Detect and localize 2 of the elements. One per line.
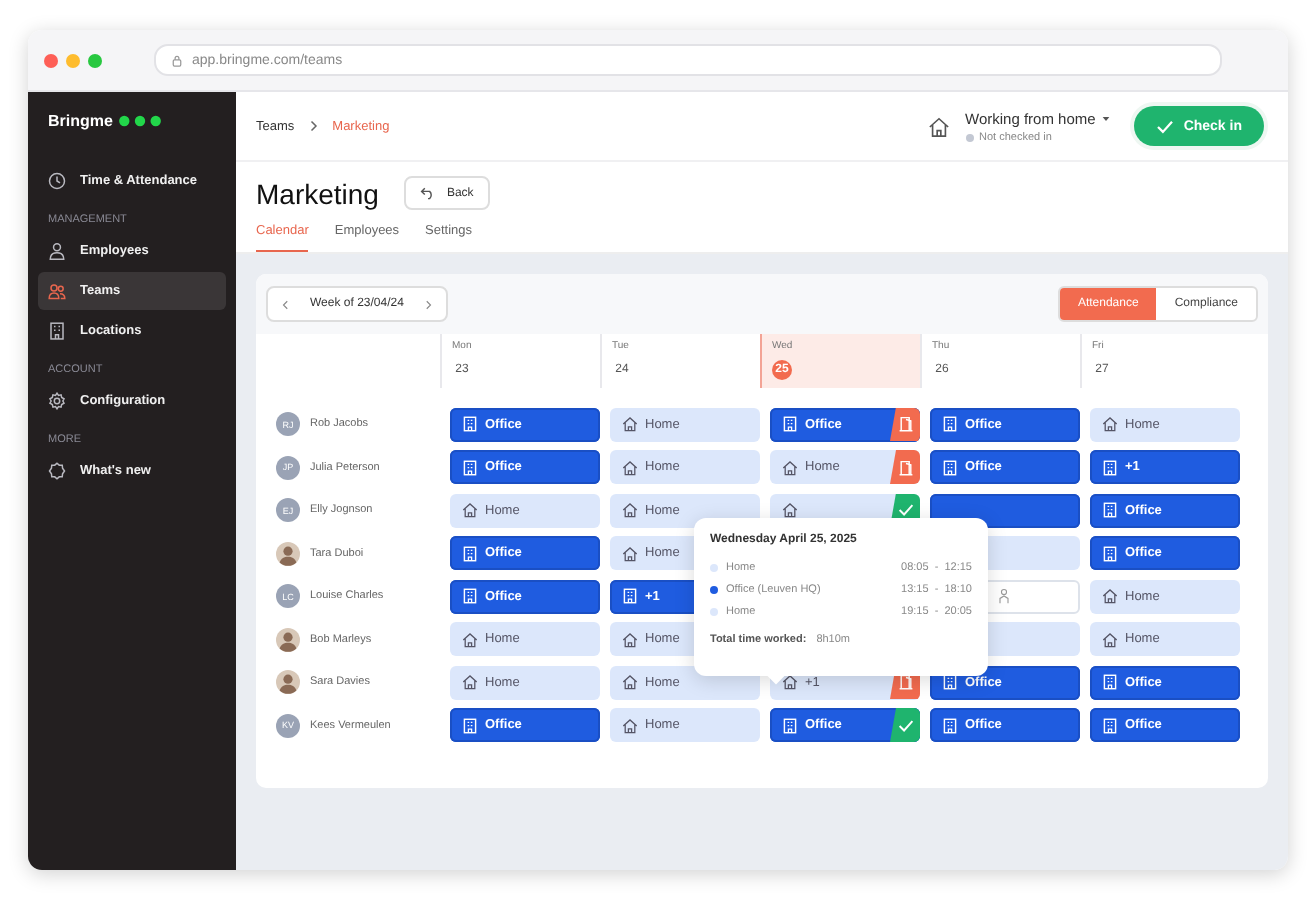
page-title: Marketing bbox=[256, 177, 379, 209]
brand-name: Bringme bbox=[48, 112, 113, 130]
